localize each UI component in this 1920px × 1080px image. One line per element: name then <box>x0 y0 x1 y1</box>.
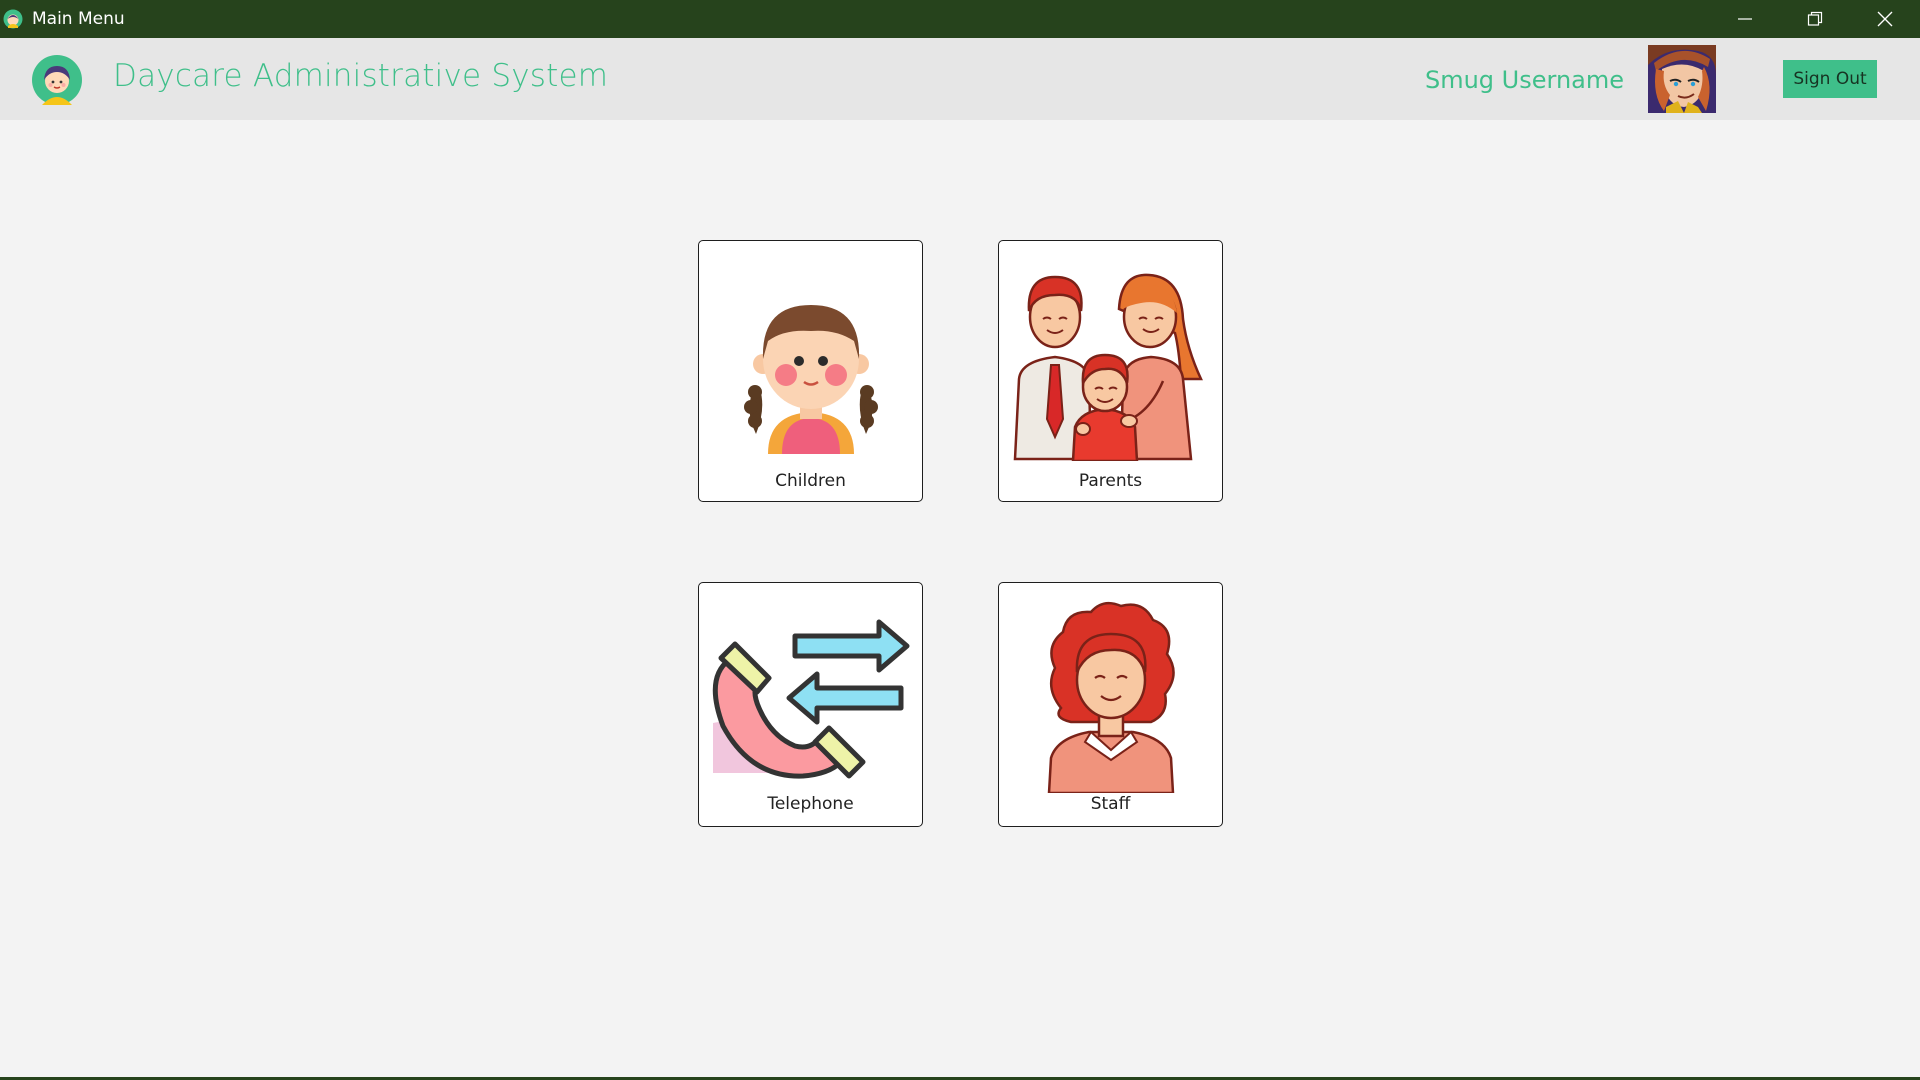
username-label: Smug Username <box>1424 66 1624 94</box>
tile-children-label: Children <box>775 471 846 491</box>
app-title: Daycare Administrative System <box>113 58 609 94</box>
tile-telephone-label: Telephone <box>767 794 854 814</box>
restore-icon <box>1807 11 1823 26</box>
close-icon <box>1877 11 1893 27</box>
staff-icon <box>1047 601 1175 793</box>
user-avatar <box>1648 45 1716 113</box>
tile-parents-label: Parents <box>1078 471 1143 491</box>
child-icon <box>743 305 878 454</box>
family-icon <box>1013 273 1203 461</box>
app-icon <box>3 8 25 30</box>
tile-parents[interactable]: Parents <box>998 240 1223 502</box>
window-title: Main Menu <box>32 9 125 29</box>
app-header: Daycare Administrative System Smug Usern… <box>0 38 1920 120</box>
minimize-button[interactable] <box>1710 0 1780 38</box>
tile-children[interactable]: Children <box>698 240 923 502</box>
sign-out-button[interactable]: Sign Out <box>1783 60 1877 98</box>
app-logo <box>32 55 82 105</box>
tile-staff[interactable]: Staff <box>998 582 1223 827</box>
minimize-icon <box>1738 18 1752 20</box>
close-button[interactable] <box>1850 0 1920 38</box>
restore-button[interactable] <box>1780 0 1850 38</box>
telephone-icon <box>712 619 909 779</box>
tile-telephone[interactable]: Telephone <box>698 582 923 827</box>
window-titlebar: Main Menu <box>0 0 1920 38</box>
tile-staff-label: Staff <box>1090 794 1131 814</box>
